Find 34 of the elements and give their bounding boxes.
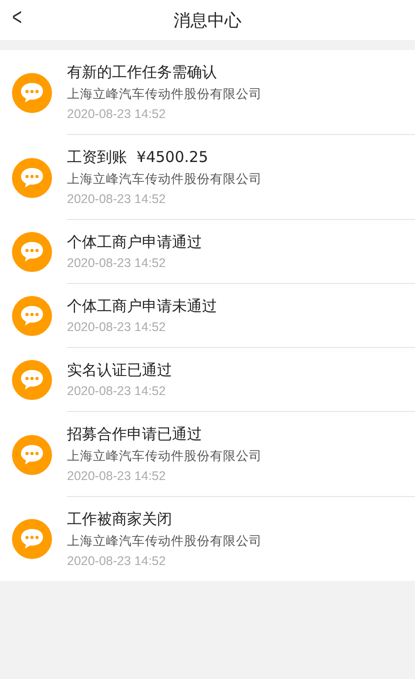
chat-bubble-icon — [12, 519, 52, 559]
message-item[interactable]: 个体工商户申请未通过 2020-08-23 14:52 — [0, 284, 415, 348]
message-time: 2020-08-23 14:52 — [67, 107, 167, 121]
chat-bubble-icon — [12, 72, 52, 112]
message-title: 招募合作申请已通过 — [67, 425, 203, 444]
message-item[interactable]: 工资到账 ¥4500.25 上海立峰汽车传动件股份有限公司 2020-08-23 14:52 — [0, 135, 415, 220]
message-title: 实名认证已通过 — [67, 361, 173, 380]
chat-bubble-icon — [12, 158, 52, 198]
message-time: 2020-08-23 14:52 — [67, 256, 167, 270]
chat-bubble-icon — [12, 296, 52, 336]
message-item[interactable]: 有新的工作任务需确认 上海立峰汽车传动件股份有限公司 2020-08-23 14:52 — [0, 50, 415, 135]
message-item[interactable]: 招募合作申请已通过 上海立峰汽车传动件股份有限公司 2020-08-23 14:52 — [0, 412, 415, 497]
message-title: 工作被商家关闭 — [67, 510, 173, 529]
company-name: 上海立峰汽车传动件股份有限公司 — [67, 86, 263, 103]
message-time: 2020-08-23 14:52 — [67, 554, 167, 568]
message-item[interactable]: 实名认证已通过 2020-08-23 14:52 — [0, 348, 415, 412]
page-title: 消息中心 — [174, 10, 242, 32]
message-time: 2020-08-23 14:52 — [67, 192, 167, 206]
message-title: 个体工商户申请通过 — [67, 233, 203, 252]
message-time: 2020-08-23 14:52 — [67, 469, 167, 483]
message-title: 有新的工作任务需确认 — [67, 63, 218, 82]
message-title: 工资到账 ¥4500.25 — [67, 148, 210, 167]
company-name: 上海立峰汽车传动件股份有限公司 — [67, 171, 263, 188]
company-name: 上海立峰汽车传动件股份有限公司 — [67, 448, 263, 465]
chat-bubble-icon — [12, 434, 52, 474]
company-name: 上海立峰汽车传动件股份有限公司 — [67, 533, 263, 550]
chat-bubble-icon — [12, 232, 52, 272]
message-time: 2020-08-23 14:52 — [67, 320, 167, 334]
message-title: 个体工商户申请未通过 — [67, 297, 218, 316]
message-item[interactable]: 个体工商户申请通过 2020-08-23 14:52 — [0, 220, 415, 284]
chat-bubble-icon — [12, 360, 52, 400]
message-item[interactable]: 工作被商家关闭 上海立峰汽车传动件股份有限公司 2020-08-23 14:52 — [0, 497, 415, 581]
message-time: 2020-08-23 14:52 — [67, 384, 167, 398]
back-button[interactable]: < — [12, 4, 22, 32]
